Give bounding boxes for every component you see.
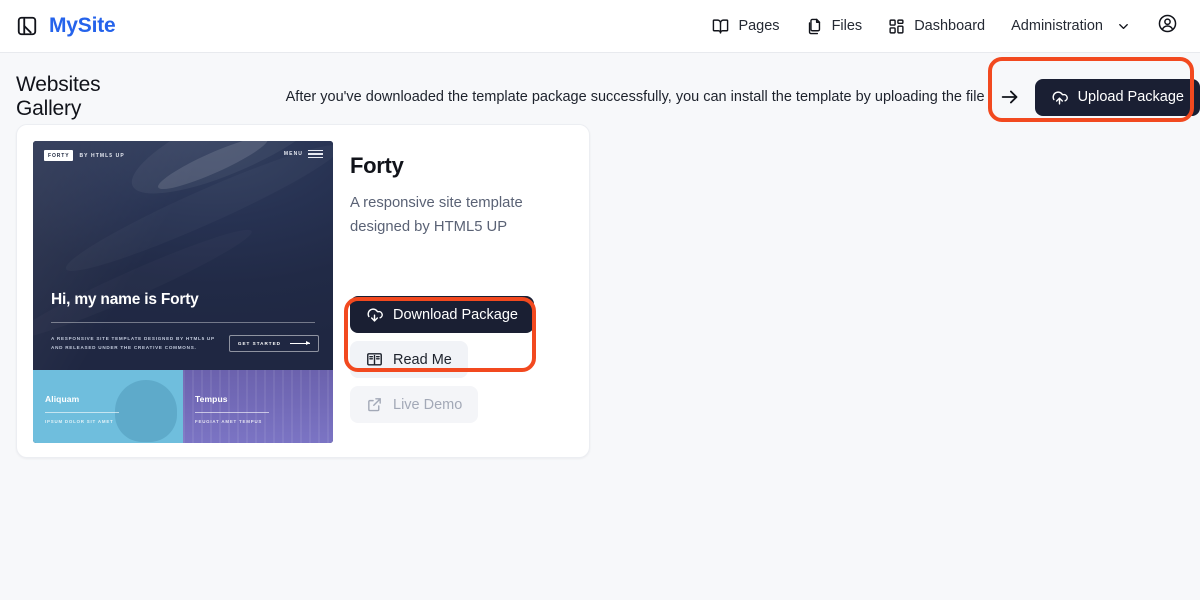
nav-items: Pages Files Dashboard Administration (712, 13, 1184, 39)
thumbnail-cta-label: GET STARTED (237, 340, 281, 346)
tile-subtitle: IPSUM DOLOR SIT AMET (45, 419, 114, 424)
thumbnail-logo: FORTY BY HTML5 UP (44, 150, 125, 161)
thumbnail-tile-aliquam: Aliquam IPSUM DOLOR SIT AMET (33, 370, 183, 443)
thumbnail-tiles: Aliquam IPSUM DOLOR SIT AMET Tempus FEUG… (33, 370, 333, 443)
thumbnail-hero-rule (51, 322, 315, 323)
nav-item-administration[interactable]: Administration (1011, 18, 1131, 34)
book-open-icon (712, 18, 729, 35)
page-header-row: Websites Gallery After you've downloaded… (0, 53, 1200, 121)
arrow-right-icon (999, 86, 1021, 108)
download-package-label: Download Package (393, 306, 518, 323)
account-avatar-button[interactable] (1157, 13, 1178, 39)
tile-rule (195, 412, 269, 413)
thumbnail-logo-pill: FORTY (44, 150, 74, 161)
page-title: Websites Gallery (16, 73, 101, 120)
thumbnail-hero-bottom: A RESPONSIVE SITE TEMPLATE DESIGNED BY H… (51, 334, 319, 352)
layout-dashboard-icon (888, 18, 905, 35)
thumbnail-hero: FORTY BY HTML5 UP MENU Hi, my name is Fo… (33, 141, 333, 370)
nav-label-pages: Pages (738, 18, 780, 34)
upload-hint-text: After you've downloaded the template pac… (285, 89, 985, 105)
nav-item-pages[interactable]: Pages (712, 18, 780, 35)
thumbnail-hero-desc-line1: A RESPONSIVE SITE TEMPLATE DESIGNED BY H… (51, 336, 215, 341)
book-icon (366, 351, 383, 368)
nav-label-dashboard: Dashboard (914, 18, 986, 34)
thumbnail-get-started-button: GET STARTED (228, 334, 319, 352)
live-demo-button: Live Demo (350, 386, 479, 423)
nav-item-files[interactable]: Files (806, 18, 863, 35)
app-window-icon (16, 15, 38, 37)
arrow-right-icon (290, 340, 310, 345)
tile-rule (45, 412, 119, 413)
upload-package-button[interactable]: Upload Package (1034, 78, 1200, 116)
hamburger-menu-icon (308, 150, 323, 159)
template-description: A responsive site template designed by H… (350, 195, 523, 235)
copy-files-icon (806, 18, 823, 35)
nav-item-dashboard[interactable]: Dashboard (888, 18, 985, 35)
brand[interactable]: MySite (16, 14, 116, 38)
tile-subtitle: FEUGIAT AMET TEMPUS (195, 419, 263, 424)
read-me-label: Read Me (393, 351, 452, 368)
tile-title: Tempus (195, 394, 228, 404)
template-thumbnail[interactable]: FORTY BY HTML5 UP MENU Hi, my name is Fo… (33, 141, 333, 443)
thumbnail-hero-title: Hi, my name is Forty (51, 291, 199, 308)
thumbnail-tile-tempus: Tempus FEUGIAT AMET TEMPUS (183, 370, 333, 443)
cloud-upload-icon (1051, 89, 1068, 106)
template-info: Forty A responsive site template designe… (333, 141, 560, 441)
thumbnail-menu: MENU (283, 150, 323, 159)
user-circle-icon (1157, 13, 1178, 39)
template-card: FORTY BY HTML5 UP MENU Hi, my name is Fo… (16, 124, 590, 458)
top-navigation-bar: MySite Pages Files Dashboard Administrat… (0, 0, 1200, 53)
thumbnail-menu-label: MENU (283, 151, 303, 158)
chevron-down-icon (1116, 19, 1131, 34)
upload-package-label: Upload Package (1077, 89, 1184, 105)
upload-hint: After you've downloaded the template pac… (285, 78, 1200, 116)
thumbnail-logo-sub: BY HTML5 UP (79, 152, 125, 159)
template-actions: Download Package Read Me Live Demo (350, 296, 560, 423)
nav-label-files: Files (831, 18, 863, 34)
tile-title: Aliquam (45, 394, 80, 404)
thumbnail-hero-desc: A RESPONSIVE SITE TEMPLATE DESIGNED BY H… (51, 334, 215, 352)
download-package-button[interactable]: Download Package (350, 296, 534, 333)
live-demo-label: Live Demo (393, 396, 463, 413)
external-link-icon (366, 396, 383, 413)
thumbnail-hero-desc-line2: AND RELEASED UNDER THE CREATIVE COMMONS. (51, 345, 197, 350)
template-name: Forty (350, 153, 404, 178)
read-me-button[interactable]: Read Me (350, 341, 468, 378)
brand-name: MySite (49, 14, 116, 37)
nav-label-administration: Administration (1011, 18, 1103, 34)
cloud-download-icon (366, 306, 383, 323)
